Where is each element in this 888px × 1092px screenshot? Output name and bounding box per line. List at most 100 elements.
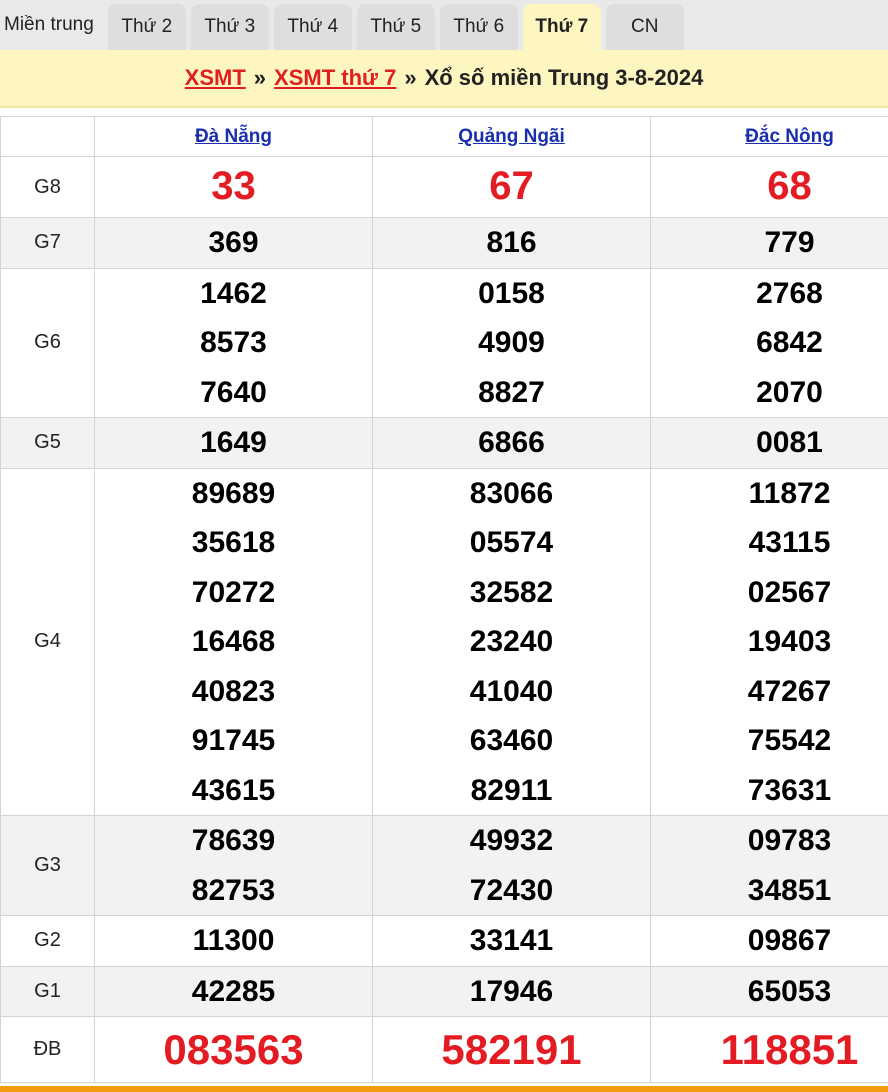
prize-number: 369: [208, 226, 259, 259]
tab-thu-4[interactable]: Thứ 4: [273, 4, 352, 50]
tab-thu-5[interactable]: Thứ 5: [356, 4, 435, 50]
header-empty-cell: [0, 116, 95, 157]
tab-thu-2[interactable]: Thứ 2: [107, 4, 186, 50]
table-header-row: Đà Nẵng Quảng Ngãi Đắc Nông: [0, 116, 888, 157]
prize-cell: 0158 4909 8827: [372, 267, 651, 418]
results-table: Đà Nẵng Quảng Ngãi Đắc Nông G8 33 67 68 G7 36…: [0, 116, 888, 1083]
prize-cell: 83066 05574 32582 23240 41040 63460 82911: [372, 467, 651, 816]
prize-number: 09867: [747, 924, 832, 957]
prize-number: 0081: [756, 426, 823, 459]
header-province-dac-nong: Đắc Nông: [650, 116, 888, 157]
prize-number: 2070: [756, 375, 823, 409]
prize-number: 72430: [469, 873, 554, 907]
prize-cell: 33141: [372, 915, 651, 967]
prize-cell: 6866: [372, 417, 651, 469]
prize-cell: 083563: [94, 1016, 373, 1083]
prize-label: G6: [0, 267, 95, 418]
table-row: G3 78639 82753 49932 72430 09783 34851: [0, 815, 888, 916]
tab-thu-7[interactable]: Thứ 7: [522, 4, 601, 50]
prize-number: 09783: [747, 824, 832, 857]
prize-cell: 2768 6842 2070: [650, 267, 888, 418]
prize-cell: 33: [94, 156, 373, 218]
breadcrumb-xsmt-thu7-link[interactable]: XSMT thứ 7: [274, 65, 396, 91]
day-tabs: Miền trung Thứ 2 Thứ 3 Thứ 4 Thứ 5 Thứ 6…: [0, 0, 888, 50]
prize-label: G5: [0, 417, 95, 469]
prize-number: 6866: [478, 426, 545, 459]
table-row: G2 11300 33141 09867: [0, 915, 888, 967]
page-title: XSMT » XSMT thứ 7 » Xổ số miền Trung 3-8…: [0, 50, 888, 108]
prize-number: 43115: [748, 526, 831, 559]
breadcrumb-separator: »: [404, 65, 417, 90]
prize-number: 68: [767, 164, 812, 209]
prize-cell: 779: [650, 217, 888, 269]
prize-number: 91745: [191, 724, 276, 757]
prize-number: 05574: [469, 526, 554, 559]
header-province-da-nang: Đà Nẵng: [94, 116, 373, 157]
prize-number: 19403: [747, 625, 832, 658]
prize-number: 582191: [441, 1025, 582, 1073]
table-row: G7 369 816 779: [0, 217, 888, 269]
table-row: G8 33 67 68: [0, 156, 888, 218]
prize-number: 7640: [200, 375, 267, 409]
prize-cell: 0081: [650, 417, 888, 469]
tab-thu-6[interactable]: Thứ 6: [439, 4, 518, 50]
prize-cell: 118851: [650, 1016, 888, 1083]
prize-number: 75542: [747, 724, 832, 757]
prize-number: 23240: [469, 625, 554, 658]
prize-cell: 49932 72430: [372, 815, 651, 916]
prize-number: 118851: [720, 1025, 859, 1073]
prize-number: 6842: [756, 326, 823, 359]
tab-region[interactable]: Miền trung: [0, 0, 98, 50]
prize-cell: 89689 35618 70272 16468 40823 91745 43615: [94, 467, 373, 816]
prize-number: 34851: [747, 873, 832, 907]
prize-number: 0158: [478, 276, 545, 310]
prize-number: 32582: [469, 575, 554, 609]
prize-number: 4909: [478, 326, 545, 359]
prize-number: 82753: [191, 873, 276, 907]
prize-number: 63460: [469, 724, 554, 757]
prize-number: 83066: [469, 476, 554, 510]
prize-cell: 17946: [372, 965, 651, 1017]
prize-number: 8573: [200, 326, 267, 359]
province-link-da-nang[interactable]: Đà Nẵng: [195, 126, 272, 147]
province-link-quang-ngai[interactable]: Quảng Ngãi: [458, 126, 565, 147]
prize-cell: 369: [94, 217, 373, 269]
prize-label: G3: [0, 815, 95, 916]
prize-number: 17946: [469, 974, 554, 1008]
prize-number: 49932: [469, 824, 554, 857]
prize-number: 11872: [748, 476, 831, 510]
prize-number: 82911: [470, 773, 553, 807]
prize-cell: 816: [372, 217, 651, 269]
prize-number: 1649: [200, 426, 267, 459]
breadcrumb-xsmt-link[interactable]: XSMT: [185, 65, 246, 91]
prize-number: 70272: [191, 575, 276, 609]
prize-number: 1462: [200, 276, 267, 310]
province-link-dac-nong[interactable]: Đắc Nông: [745, 126, 834, 147]
prize-label: ĐB: [0, 1016, 95, 1083]
prize-number: 65053: [747, 974, 832, 1008]
prize-label: G4: [0, 467, 95, 816]
tab-thu-3[interactable]: Thứ 3: [190, 4, 269, 50]
prize-cell: 09783 34851: [650, 815, 888, 916]
table-row: G4 89689 35618 70272 16468 40823 91745 43615 830…: [0, 467, 888, 816]
prize-number: 083563: [163, 1025, 304, 1073]
prize-number: 73631: [747, 773, 832, 807]
prize-number: 11300: [192, 924, 275, 957]
prize-cell: 78639 82753: [94, 815, 373, 916]
prize-number: 47267: [747, 674, 832, 708]
table-row: G1 42285 17946 65053: [0, 965, 888, 1017]
prize-label: G7: [0, 217, 95, 269]
prize-number: 89689: [191, 476, 276, 510]
prize-number: 816: [486, 226, 537, 259]
prize-number: 42285: [191, 974, 276, 1008]
prize-cell: 65053: [650, 965, 888, 1017]
tab-cn[interactable]: CN: [605, 4, 684, 50]
prize-number: 02567: [747, 575, 832, 609]
prize-number: 40823: [191, 674, 276, 708]
prize-number: 8827: [478, 375, 545, 409]
prize-number: 67: [489, 164, 534, 209]
prize-number: 779: [764, 226, 815, 259]
prize-cell: 582191: [372, 1016, 651, 1083]
prize-number: 16468: [191, 625, 276, 658]
prize-number: 35618: [191, 526, 276, 559]
